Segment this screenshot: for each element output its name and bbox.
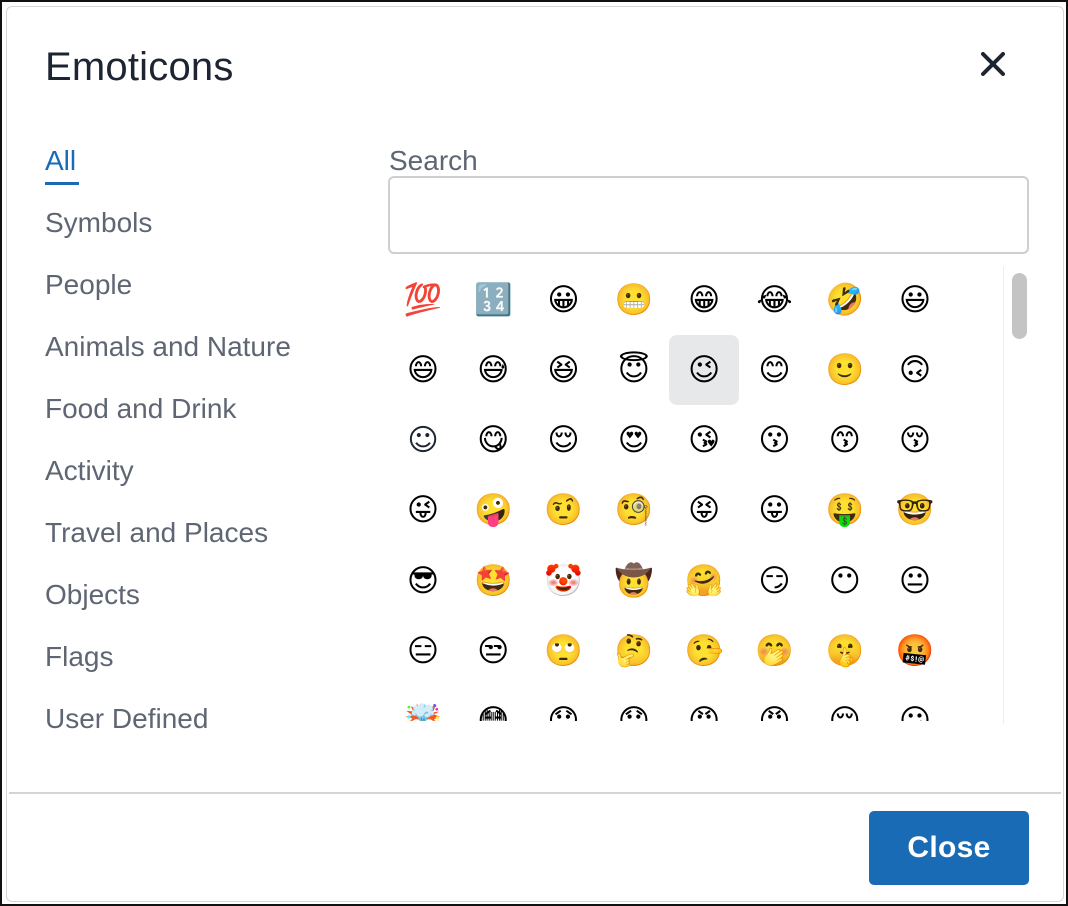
screen-frame: Emoticons All Symbols People Animals and Na… [0,0,1068,906]
nav-item-food-and-drink[interactable]: Food and Drink [45,389,291,451]
footer-divider [9,792,1061,794]
emoji-shushing-face[interactable]: 🤫 [810,617,880,687]
emoji-smiling-face-with-halo[interactable]: 😇 [599,335,669,405]
nav-item-label: Symbols [45,207,153,238]
emoji-kissing-face[interactable]: 😗 [740,406,810,476]
emoji-neutral-face[interactable]: 😐 [880,546,950,616]
nav-item-label: People [45,269,133,300]
scrollbar-thumb[interactable] [1012,273,1027,339]
emoji-face-with-hand-over-mouth[interactable]: 🤭 [740,617,810,687]
emoji-rolling-on-floor-laughing[interactable]: 🤣 [810,265,880,335]
emoji-winking-face-with-tongue[interactable]: 😜 [388,476,458,546]
nav-item-label: Objects [45,579,140,610]
emoji-zany-face[interactable]: 🤪 [458,476,528,546]
nav-item-label: All [45,145,77,176]
emoji-slightly-smiling-face[interactable]: 🙂 [810,335,880,405]
nav-item-label: Activity [45,455,134,486]
search-input[interactable] [388,176,1029,254]
emoji-flushed-face[interactable]: 😳 [458,687,528,721]
emoji-smiling-face-smiling-eyes[interactable]: 😊 [740,335,810,405]
nav-item-symbols[interactable]: Symbols [45,203,291,265]
active-tab-underline [45,182,79,185]
emoji-unamused-face[interactable]: 😒 [458,617,528,687]
emoji-face-blowing-kiss[interactable]: 😘 [669,406,739,476]
emoji-face-with-symbols-on-mouth[interactable]: 🤬 [880,617,950,687]
emoji-grid-viewport: 💯 🔢 😀 😬 😁 😂 🤣 😃 😄 😅 😆 😇 😉 😊 🙂 🙃 ☺ 😋 😌 😍 😘 😗 😙 😚 😜 🤪 🤨 🧐 😝 😛 🤑 🤓 😎 🤩 🤡 🤠 🤗 😏 😶 😐… [383,263,1001,721]
emoji-face-without-mouth[interactable]: 😶 [810,546,880,616]
emoji-cowboy-hat-face[interactable]: 🤠 [599,546,669,616]
emoji-grinning-squinting-face[interactable]: 😆 [529,335,599,405]
scrollbar-track[interactable] [1003,266,1031,724]
emoji-grinning-face-with-sweat[interactable]: 😅 [458,335,528,405]
nav-item-animals-and-nature[interactable]: Animals and Nature [45,327,291,389]
emoji-kissing-face-smiling-eyes[interactable]: 😙 [810,406,880,476]
emoji-face-with-tears-of-joy[interactable]: 😂 [740,265,810,335]
emoji-grinning-face-big-eyes[interactable]: 😃 [880,265,950,335]
nav-item-objects[interactable]: Objects [45,575,291,637]
emoji-angry-face[interactable]: 😠 [669,687,739,721]
emoji-smiling-face-outline[interactable]: ☺ [388,406,458,476]
emoji-face-with-monocle[interactable]: 🧐 [599,476,669,546]
emoji-grimacing-face[interactable]: 😬 [599,265,669,335]
emoji-heart-eyes[interactable]: 😍 [599,406,669,476]
emoji-nerd-face[interactable]: 🤓 [880,476,950,546]
emoji-face-with-rolling-eyes[interactable]: 🙄 [529,617,599,687]
emoji-worried-face[interactable]: 😟 [599,687,669,721]
emoji-input-numbers[interactable]: 🔢 [458,265,528,335]
close-x-icon [981,52,1005,76]
emoji-pouting-face[interactable]: 😡 [740,687,810,721]
close-x-button[interactable] [973,44,1013,84]
nav-item-label: Travel and Places [45,517,269,548]
emoji-thinking-face[interactable]: 🤔 [599,617,669,687]
emoji-confused-face[interactable]: 😕 [880,687,950,721]
emoji-money-mouth-face[interactable]: 🤑 [810,476,880,546]
emoji-lying-face[interactable]: 🤥 [669,617,739,687]
emoji-smirking-face[interactable]: 😏 [740,546,810,616]
nav-item-label: Flags [45,641,114,672]
emoji-kissing-face-closed-eyes[interactable]: 😚 [880,406,950,476]
nav-item-people[interactable]: People [45,265,291,327]
nav-item-user-defined[interactable]: User Defined [45,699,291,761]
emoticons-dialog: Emoticons All Symbols People Animals and Na… [6,6,1064,902]
emoji-face-with-tongue[interactable]: 😛 [740,476,810,546]
nav-item-label: Food and Drink [45,393,237,424]
nav-item-travel-and-places[interactable]: Travel and Places [45,513,291,575]
emoji-exploding-head[interactable]: 🤯 [388,687,458,721]
emoji-winking-face[interactable]: 😉 [669,335,740,406]
emoji-clown-face[interactable]: 🤡 [529,546,599,616]
category-nav: All Symbols People Animals and Nature Food a… [45,141,291,761]
emoji-pensive-face[interactable]: 😔 [810,687,880,721]
nav-item-label: User Defined [45,703,209,734]
nav-item-activity[interactable]: Activity [45,451,291,513]
emoji-grinning-face-smiling-eyes[interactable]: 😄 [388,335,458,405]
emoji-star-struck[interactable]: 🤩 [458,546,528,616]
emoji-relieved-face[interactable]: 😌 [529,406,599,476]
nav-item-all[interactable]: All [45,141,291,203]
emoji-expressionless-face[interactable]: 😑 [388,617,458,687]
emoji-disappointed-face[interactable]: 😞 [529,687,599,721]
emoji-raised-eyebrow[interactable]: 🤨 [529,476,599,546]
dialog-title: Emoticons [45,45,234,89]
emoji-squinting-face-with-tongue[interactable]: 😝 [669,476,739,546]
emoji-hundred-points[interactable]: 💯 [388,265,458,335]
nav-item-flags[interactable]: Flags [45,637,291,699]
nav-item-label: Animals and Nature [45,331,291,362]
close-button[interactable]: Close [869,811,1029,885]
emoji-face-savoring-food[interactable]: 😋 [458,406,528,476]
emoji-smiling-face-with-sunglasses[interactable]: 😎 [388,546,458,616]
emoji-grinning-face[interactable]: 😀 [529,265,599,335]
emoji-beaming-face[interactable]: 😁 [669,265,739,335]
emoji-hugging-face[interactable]: 🤗 [669,546,739,616]
emoji-upside-down-face[interactable]: 🙃 [880,335,950,405]
search-label: Search [389,145,478,176]
